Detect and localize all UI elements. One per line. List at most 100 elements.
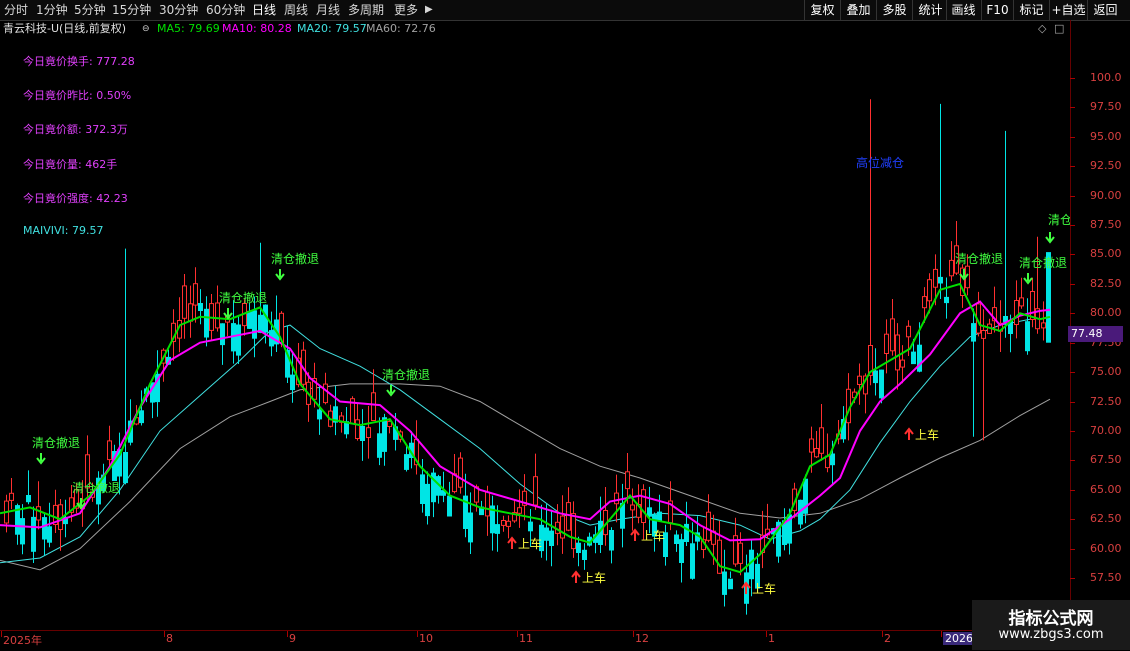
diamond-icon[interactable]: ◇ [1038, 20, 1046, 38]
price-tick-label: 75.00 [1090, 365, 1122, 379]
period-toolbar: 分时 1分钟 5分钟 15分钟 30分钟 60分钟 日线 周线 月线 多周期 更… [0, 0, 1130, 21]
candle-body [900, 359, 905, 368]
up-arrow-icon [507, 536, 517, 549]
date-tick-mark [941, 631, 942, 637]
tab-60min[interactable]: 60分钟 [206, 0, 245, 20]
up-arrow-icon [571, 570, 581, 583]
candle-body [879, 369, 884, 399]
candle-body [366, 427, 371, 439]
buy-signal: 上车 [507, 536, 542, 551]
more-arrow-icon[interactable]: ▶ [425, 0, 433, 20]
sell-signal-label: 清仓撤退 [271, 251, 319, 266]
price-tick-mark [1070, 548, 1075, 550]
candle-body [198, 303, 203, 311]
buy-signal: 上车 [904, 427, 939, 442]
price-tick-mark [1070, 578, 1075, 579]
fuquan-button[interactable]: 复权 [804, 0, 840, 20]
square-icon[interactable]: □ [1054, 20, 1064, 38]
tab-weekly[interactable]: 周线 [284, 0, 308, 20]
candle-body [971, 323, 976, 342]
price-tick-label: 82.50 [1090, 276, 1122, 290]
candle-body [717, 539, 722, 574]
candle-body [360, 426, 365, 441]
back-button[interactable]: 返回 [1087, 0, 1123, 20]
candlestick-chart[interactable]: 清仓撤退清仓撤退清仓撤退清仓撤退清仓撤退清仓撤退清仓撤退清仓撤退上车上车上车上车… [0, 20, 1070, 630]
candle-body [404, 454, 409, 470]
tab-5min[interactable]: 5分钟 [74, 0, 106, 20]
stock-title: 青云科技-U(日线,前复权) [3, 22, 127, 35]
collapse-icon[interactable]: ⊖ [142, 20, 150, 38]
price-tick-mark [1070, 313, 1075, 315]
price-tick-mark [1070, 460, 1075, 462]
f10-button[interactable]: F10 [981, 0, 1013, 20]
candle-body [911, 351, 916, 365]
date-tick-label: 1 [768, 632, 775, 645]
up-arrow-icon [904, 427, 914, 440]
candle-body [42, 517, 47, 540]
up-arrow-icon [630, 528, 640, 541]
current-price-tag: 77.48 [1068, 326, 1123, 342]
sell-signal-label: 清仓撤退 [32, 435, 80, 450]
candle-body [323, 383, 328, 404]
candle-body [204, 308, 209, 338]
statistics-button[interactable]: 统计 [912, 0, 948, 20]
candle-body [290, 374, 295, 391]
candle-body [247, 310, 252, 329]
sell-signal: 清仓撤退 [271, 251, 319, 281]
tab-more[interactable]: 更多 [394, 0, 418, 20]
multi-stock-button[interactable]: 多股 [876, 0, 912, 20]
tab-30min[interactable]: 30分钟 [159, 0, 198, 20]
buy-signal-label: 上车 [582, 570, 606, 585]
down-arrow-icon [1045, 232, 1055, 244]
price-tick-label: 60.00 [1090, 541, 1122, 555]
sell-signal-label: 清仓撤退 [382, 367, 430, 382]
draw-line-button[interactable]: 画线 [946, 0, 980, 20]
watermark: 指标公式网 www.zbgs3.com [972, 600, 1130, 650]
tab-multi-period[interactable]: 多周期 [348, 0, 384, 20]
candle-body [377, 433, 382, 458]
price-tick-mark [1070, 78, 1075, 79]
candle-body [36, 506, 41, 521]
candle-body [890, 318, 895, 352]
candle-body [236, 324, 241, 356]
candle-body [544, 527, 549, 541]
candle-body [657, 511, 662, 522]
candle-body [215, 302, 220, 329]
date-tick-mark [766, 631, 767, 637]
price-tick-label: 92.50 [1090, 159, 1122, 173]
tab-daily[interactable]: 日线 [252, 0, 276, 20]
candle-body [123, 452, 128, 484]
buy-signal-label: 上车 [752, 581, 776, 596]
tab-monthly[interactable]: 月线 [316, 0, 340, 20]
overlay-button[interactable]: 叠加 [840, 0, 876, 20]
candle-body [317, 409, 322, 420]
date-axis: 2025年 8 9 10 11 12 1 2 2026/ [0, 630, 1070, 651]
candle-body [1041, 322, 1046, 329]
price-tick-label: 57.50 [1090, 571, 1122, 584]
date-tick-mark [417, 631, 418, 637]
tab-1min[interactable]: 1分钟 [36, 0, 68, 20]
price-tick-label: 90.00 [1090, 188, 1122, 202]
price-tick-label: 100.0 [1090, 71, 1122, 84]
tab-fenshi[interactable]: 分时 [4, 0, 28, 20]
down-arrow-icon [36, 453, 46, 465]
tab-15min[interactable]: 15分钟 [112, 0, 151, 20]
candle-body [679, 539, 684, 564]
add-watchlist-button[interactable]: +自选 [1049, 0, 1087, 20]
mark-button[interactable]: 标记 [1013, 0, 1049, 20]
candle-body [625, 471, 630, 490]
buy-signal-label: 上车 [641, 528, 665, 543]
candle-body [382, 417, 387, 452]
price-tick-mark [1070, 254, 1075, 256]
candle-body [609, 530, 614, 551]
candle-body [614, 492, 619, 505]
sell-signal: 清仓撤退 [32, 435, 80, 465]
reduce-position-signal: 高位减仓 [856, 155, 904, 170]
candle-body [922, 296, 927, 309]
candle-body [485, 491, 490, 517]
candle-body [981, 330, 986, 339]
price-tick-mark [1070, 136, 1075, 138]
price-tick-mark [1070, 107, 1075, 109]
candle-body [738, 542, 743, 564]
candle-body [809, 438, 814, 453]
